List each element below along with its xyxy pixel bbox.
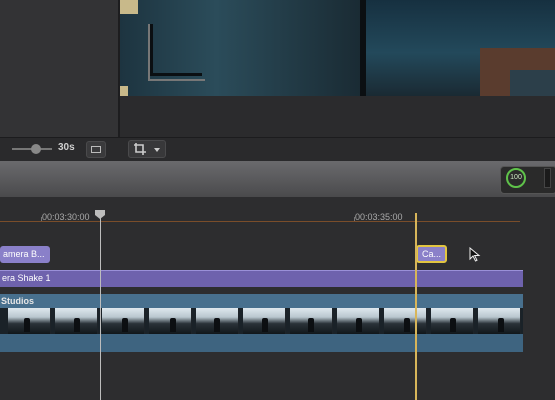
- progress-ring-icon[interactable]: 100: [506, 168, 526, 188]
- crop-menu-button[interactable]: [128, 140, 166, 158]
- video-figure: [510, 70, 555, 96]
- timeline-toolbar: [0, 161, 555, 198]
- panel-toolbar: [0, 137, 555, 162]
- thumbnail-figure: [74, 318, 80, 332]
- timecode-label: 00:03:30:00: [42, 212, 90, 222]
- thumbnail-figure: [356, 318, 362, 332]
- filmstrip-icon[interactable]: [86, 141, 106, 158]
- mouse-cursor-icon: [469, 247, 481, 262]
- zoom-slider-icon[interactable]: [31, 144, 41, 154]
- viewer-video-frame: [120, 0, 555, 96]
- ruler-tick: [41, 217, 42, 221]
- video-highlight-bottom: [120, 86, 128, 96]
- thumbnail-figure: [122, 318, 128, 332]
- chevron-down-icon: [154, 148, 160, 152]
- connected-clip[interactable]: amera B...: [0, 246, 50, 263]
- audio-waveform-area: [0, 334, 523, 352]
- thumbnail-figure: [170, 318, 176, 332]
- timecode-label: 00:03:35:00: [355, 212, 403, 222]
- browser-panel: [0, 0, 118, 140]
- thumbnail-figure: [404, 318, 410, 332]
- thumbnail-figure: [498, 318, 504, 332]
- skimmer: [415, 213, 417, 400]
- ruler-tick: [354, 217, 355, 221]
- thumbnail-figure: [24, 318, 30, 332]
- audio-meter-icon[interactable]: [544, 168, 551, 188]
- crop-icon: [134, 143, 146, 155]
- title-safe-guide: [148, 24, 205, 81]
- thumbnail-figure: [450, 318, 456, 332]
- clip-title: Studios: [1, 296, 34, 306]
- video-building-edge: [360, 0, 366, 96]
- thumbnail-figure: [308, 318, 314, 332]
- thumbnail-figure: [214, 318, 220, 332]
- effect-clip[interactable]: era Shake 1: [0, 270, 523, 287]
- playhead[interactable]: [100, 213, 101, 400]
- viewer-background: [120, 96, 555, 140]
- clip-duration-label: 30s: [58, 142, 75, 153]
- thumbnail-figure: [262, 318, 268, 332]
- video-highlight: [120, 0, 138, 14]
- selected-connected-clip[interactable]: Ca...: [416, 245, 447, 263]
